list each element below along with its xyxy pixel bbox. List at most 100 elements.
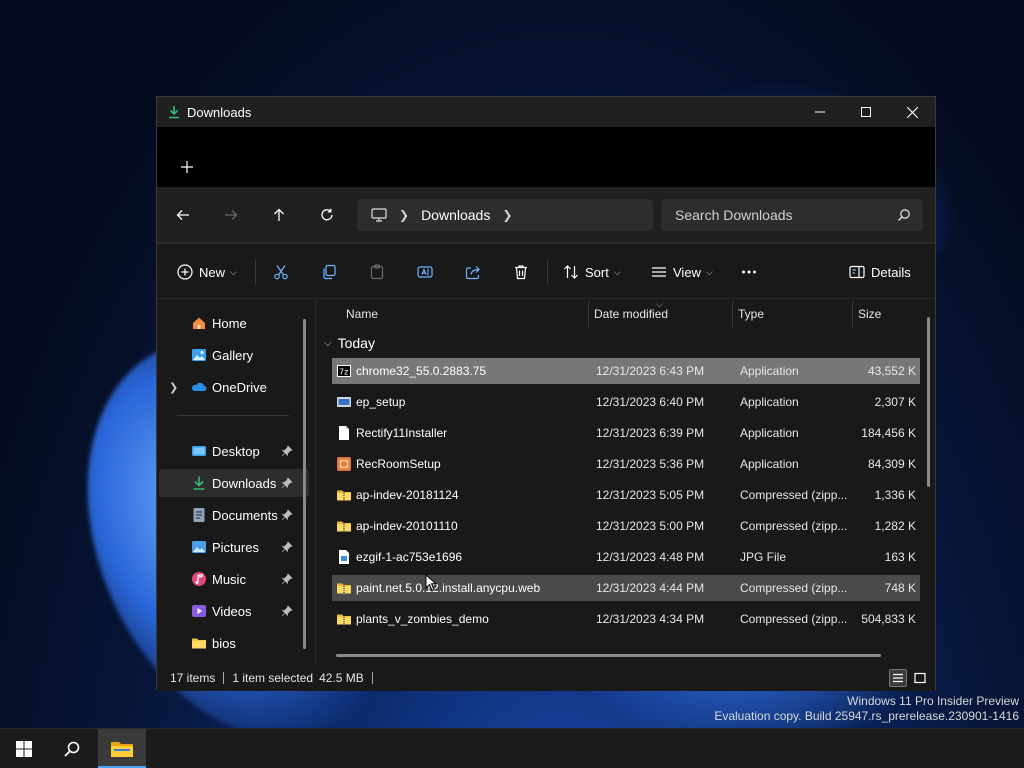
onedrive-icon	[191, 379, 207, 395]
sidebar-item-pictures[interactable]: Pictures	[159, 533, 309, 561]
sidebar-item-desktop[interactable]: Desktop	[159, 437, 309, 465]
sidebar-item-home[interactable]: Home	[159, 309, 309, 337]
new-button[interactable]: New ⌵	[177, 258, 237, 286]
sidebar-scrollbar[interactable]	[303, 319, 306, 649]
title-bar[interactable]: Downloads	[157, 97, 935, 127]
refresh-button[interactable]	[313, 201, 341, 229]
documents-icon	[191, 507, 207, 523]
sidebar-item-gallery[interactable]: Gallery	[159, 341, 309, 369]
sidebar-item-label: bios	[212, 635, 236, 651]
watermark-edition: Windows 11 Pro Insider Preview	[847, 694, 1019, 708]
column-divider[interactable]	[852, 301, 853, 327]
back-button[interactable]	[169, 201, 197, 229]
tiles-view-button[interactable]	[911, 669, 929, 687]
pin-icon[interactable]	[281, 605, 293, 617]
column-type[interactable]: Type	[738, 307, 764, 321]
column-divider[interactable]	[588, 301, 589, 327]
file-type: Application	[740, 364, 799, 378]
details-pane-button[interactable]: Details	[849, 258, 911, 286]
breadcrumb[interactable]: Downloads	[421, 207, 490, 223]
table-row[interactable]: ep_setup 12/31/2023 6:40 PM Application …	[332, 389, 920, 415]
column-name[interactable]: Name	[346, 307, 378, 321]
address-bar[interactable]: ❯ Downloads ❯	[357, 199, 653, 231]
sidebar-item-music[interactable]: Music	[159, 565, 309, 593]
sidebar-divider	[177, 415, 289, 416]
search-taskbar-button[interactable]	[48, 729, 96, 768]
forward-button[interactable]	[217, 201, 245, 229]
table-row[interactable]: Rectify11Installer 12/31/2023 6:39 PM Ap…	[332, 420, 920, 446]
table-row[interactable]: RecRoomSetup 12/31/2023 5:36 PM Applicat…	[332, 451, 920, 477]
file-date: 12/31/2023 4:34 PM	[596, 612, 705, 626]
start-button[interactable]	[0, 729, 48, 768]
pin-icon[interactable]	[281, 573, 293, 585]
copy-icon	[323, 264, 336, 280]
arrow-up-icon	[274, 208, 284, 221]
horizontal-scrollbar[interactable]	[336, 654, 881, 657]
recroom-app-icon	[336, 456, 352, 472]
file-explorer-taskbar-button[interactable]	[98, 729, 146, 768]
trash-icon	[515, 265, 527, 280]
file-name: ap-indev-20101110	[356, 519, 458, 533]
more-options-button[interactable]	[741, 258, 757, 286]
view-button[interactable]: View ⌵	[651, 258, 713, 286]
file-explorer-icon	[111, 742, 133, 757]
table-row[interactable]: ap-indev-20181124 12/31/2023 5:05 PM Com…	[332, 482, 920, 508]
close-button[interactable]	[889, 97, 935, 127]
sidebar-item-onedrive[interactable]: ❯ OneDrive	[159, 373, 309, 401]
maximize-button[interactable]	[843, 97, 889, 127]
new-label: New	[199, 264, 226, 280]
file-name: ezgif-1-ac753e1696	[356, 550, 463, 564]
column-date-modified[interactable]: Date modified	[594, 307, 668, 321]
pin-icon[interactable]	[281, 541, 293, 553]
delete-button[interactable]	[513, 258, 529, 286]
file-date: 12/31/2023 5:05 PM	[596, 488, 705, 502]
sidebar-item-documents[interactable]: Documents	[159, 501, 309, 529]
desktop-icon	[191, 443, 207, 459]
paste-button[interactable]	[369, 258, 385, 286]
sort-label: Sort	[585, 264, 609, 280]
divider	[547, 260, 548, 284]
file-explorer-window: Downloads ❯ Downloads ❯ Search Downloads…	[156, 96, 936, 691]
column-divider[interactable]	[732, 301, 733, 327]
image-file-icon	[336, 549, 352, 565]
table-row[interactable]: ap-indev-20101110 12/31/2023 5:00 PM Com…	[332, 513, 920, 539]
file-name: paint.net.5.0.12.install.anycpu.web	[356, 581, 541, 595]
up-button[interactable]	[265, 201, 293, 229]
table-row[interactable]: 7z chrome32_55.0.2883.75 12/31/2023 6:43…	[332, 358, 920, 384]
mouse-cursor-icon	[425, 574, 437, 592]
table-row[interactable]: paint.net.5.0.12.install.anycpu.web 12/3…	[332, 575, 920, 601]
file-type: JPG File	[740, 550, 787, 564]
music-icon	[191, 571, 207, 587]
file-type: Compressed (zipp...	[740, 519, 848, 533]
chevron-right-icon[interactable]: ❯	[169, 381, 178, 394]
column-size[interactable]: Size	[858, 307, 881, 321]
chevron-right-icon[interactable]: ❯	[502, 208, 512, 222]
chevron-right-icon[interactable]: ❯	[399, 208, 409, 222]
table-row[interactable]: plants_v_zombies_demo 12/31/2023 4:34 PM…	[332, 606, 920, 632]
new-tab-button[interactable]	[177, 157, 197, 177]
pin-icon[interactable]	[281, 477, 293, 489]
sidebar-item-videos[interactable]: Videos	[159, 597, 309, 625]
copy-button[interactable]	[321, 258, 337, 286]
pin-icon[interactable]	[281, 509, 293, 521]
sidebar-item-bios[interactable]: bios	[159, 629, 309, 657]
arrow-right-icon	[225, 210, 238, 220]
details-view-button[interactable]	[889, 669, 907, 687]
sidebar-item-label: Desktop	[212, 443, 260, 459]
group-header-today[interactable]: ⌵ Today	[324, 335, 375, 351]
table-row[interactable]: ezgif-1-ac753e1696 12/31/2023 4:48 PM JP…	[332, 544, 920, 570]
file-list: Name ⌵ Date modified Type Size ⌵ Today 7…	[315, 299, 935, 663]
sidebar-item-downloads[interactable]: Downloads	[159, 469, 309, 497]
rename-button[interactable]	[417, 258, 433, 286]
pin-icon[interactable]	[281, 445, 293, 457]
vertical-scrollbar[interactable]	[927, 317, 930, 487]
sort-button[interactable]: Sort ⌵	[563, 258, 621, 286]
window-title: Downloads	[187, 104, 252, 120]
cut-button[interactable]	[273, 258, 289, 286]
minimize-button[interactable]	[797, 97, 843, 127]
share-button[interactable]	[465, 258, 481, 286]
selection-count: 1 item selected	[232, 671, 314, 685]
windows-logo-icon	[16, 741, 32, 757]
tiles-view-icon	[914, 672, 926, 684]
search-input[interactable]: Search Downloads	[661, 199, 923, 231]
